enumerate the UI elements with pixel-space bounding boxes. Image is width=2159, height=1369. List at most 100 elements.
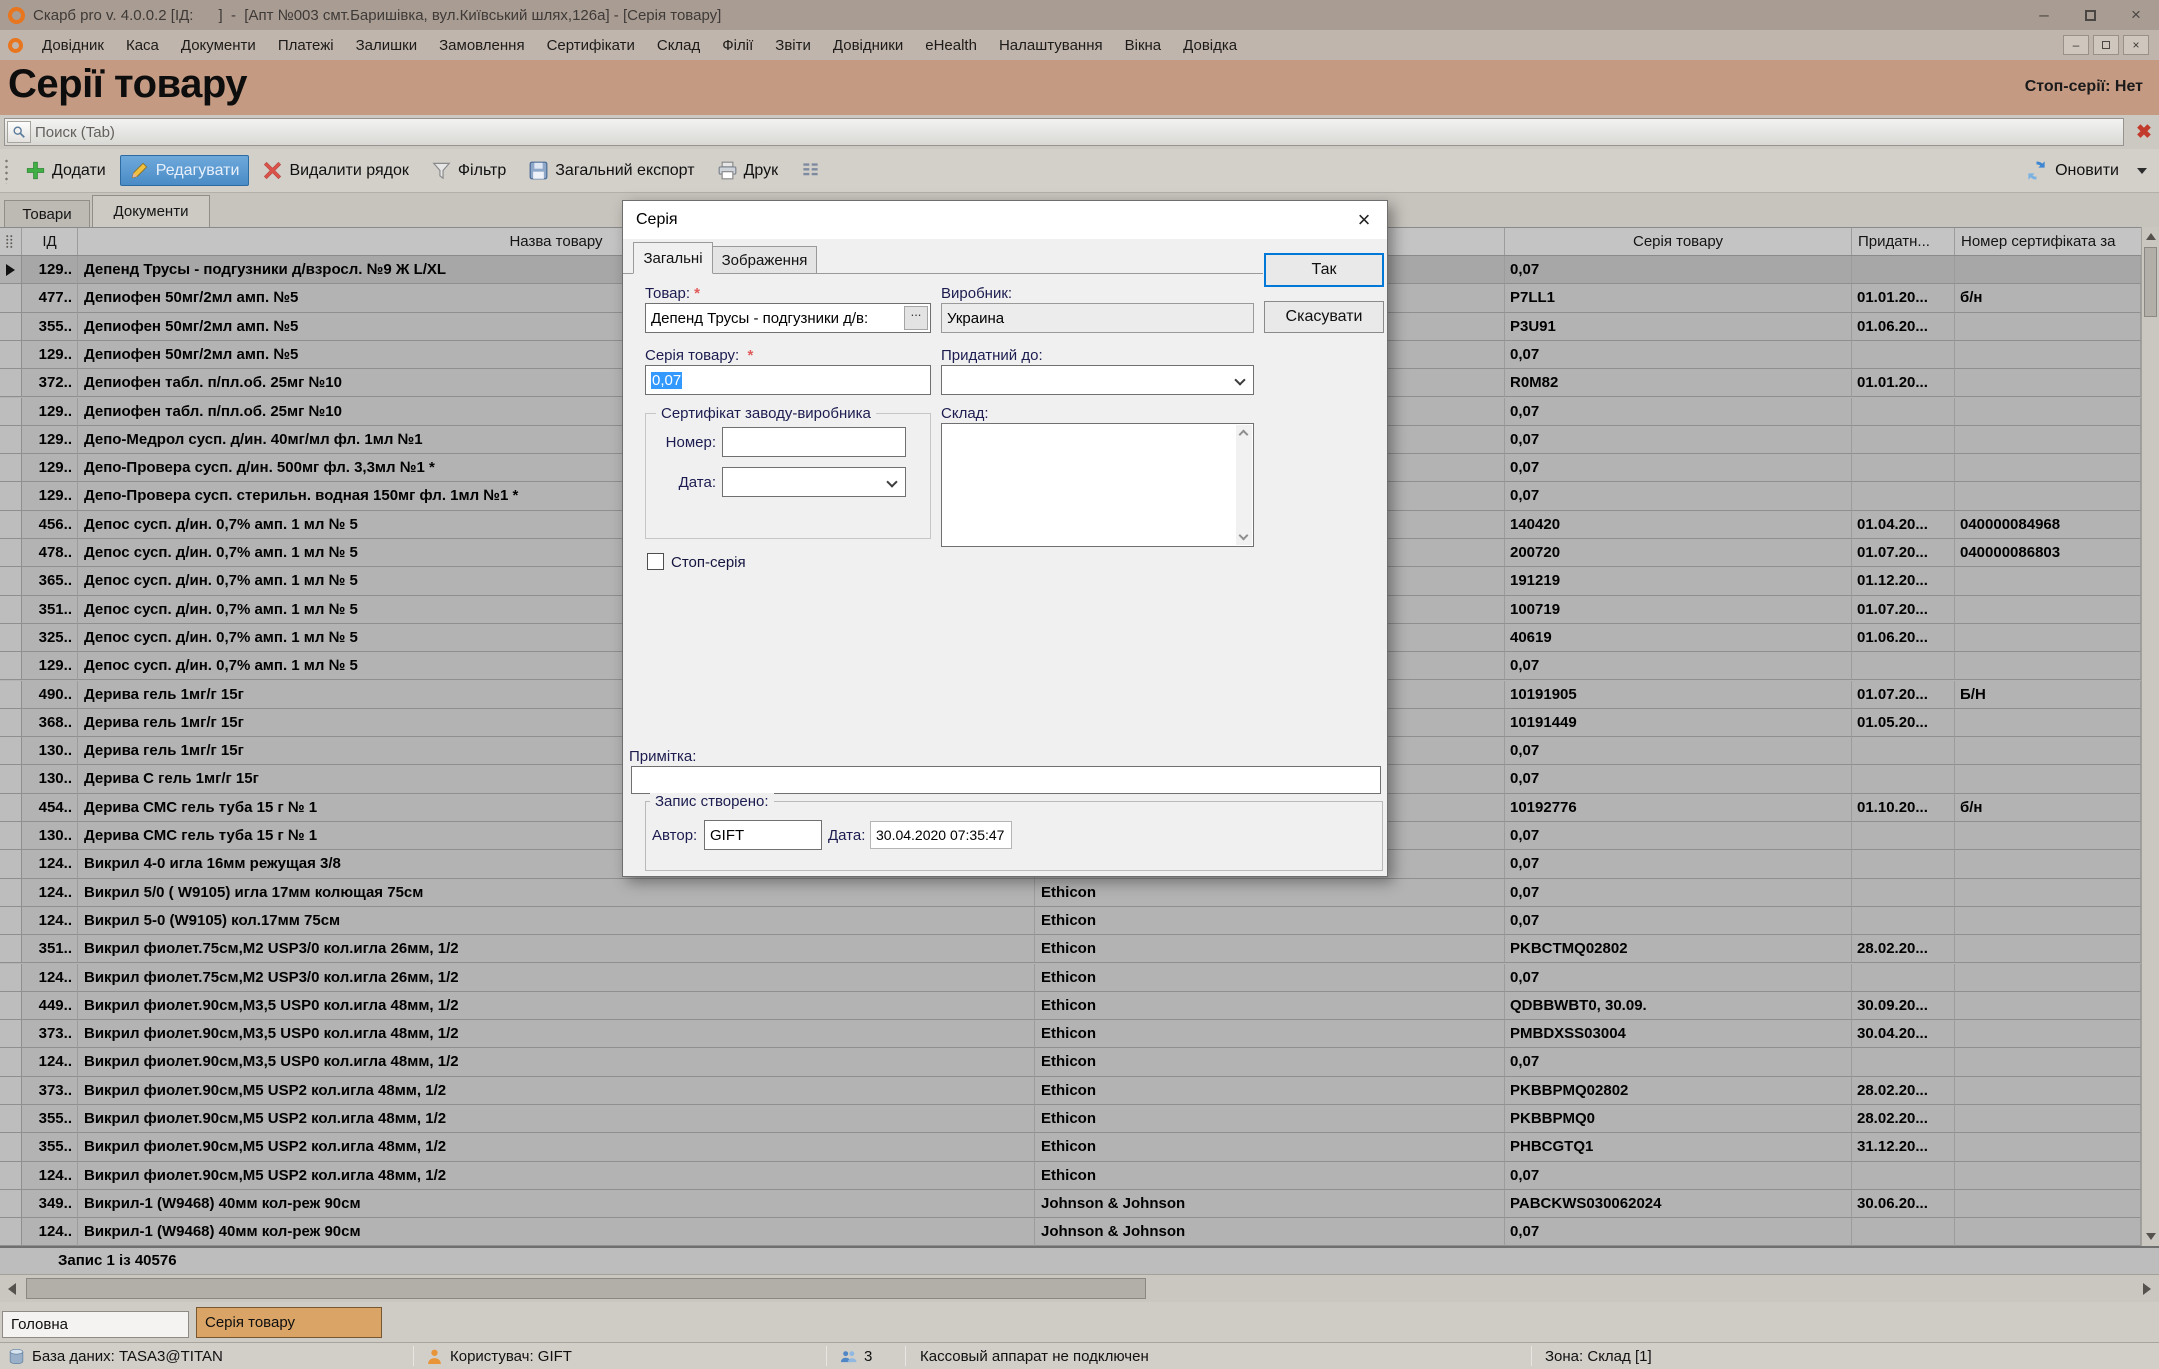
export-button[interactable]: Загальний експорт xyxy=(520,156,703,185)
ok-button[interactable]: Так xyxy=(1264,253,1384,287)
minimize-button[interactable]: – xyxy=(2021,0,2067,30)
cell-series: 100719 xyxy=(1505,596,1852,624)
status-separator xyxy=(826,1346,827,1366)
browse-button[interactable]: ... xyxy=(904,306,928,330)
menu-item[interactable]: Філії xyxy=(711,30,764,60)
cell-id: 130.. xyxy=(22,737,78,765)
series-field[interactable]: 0,07 xyxy=(645,365,931,395)
clear-search-button[interactable]: ✖ xyxy=(2132,120,2156,144)
cell-certificate xyxy=(1955,426,2141,454)
table-row[interactable]: 355.. Викрил фиолет.90см,М5 USP2 кол.игл… xyxy=(0,1105,2159,1133)
menu-item[interactable]: Сертифікати xyxy=(536,30,646,60)
cell-certificate xyxy=(1955,737,2141,765)
cell-valid-until: 01.05.20... xyxy=(1852,709,1955,737)
refresh-button[interactable]: Оновити xyxy=(2026,160,2147,181)
cell-series: 0,07 xyxy=(1505,341,1852,369)
table-row[interactable]: 373.. Викрил фиолет.90см,М3,5 USP0 кол.и… xyxy=(0,1020,2159,1048)
vertical-scrollbar[interactable] xyxy=(2141,227,2159,1246)
table-row[interactable]: 355.. Викрил фиолет.90см,М5 USP2 кол.игл… xyxy=(0,1133,2159,1161)
stock-field[interactable] xyxy=(941,423,1254,547)
close-button[interactable]: × xyxy=(2113,0,2159,30)
table-row[interactable]: 351.. Викрил фиолет.75см,М2 USP3/0 кол.и… xyxy=(0,935,2159,963)
created-group: Запис створено: Автор: GIFT Дата: 30.04.… xyxy=(645,801,1383,871)
cell-series: 0,07 xyxy=(1505,398,1852,426)
row-indicator-header[interactable] xyxy=(0,228,22,255)
row-indicator-cell xyxy=(0,426,22,454)
scroll-up-icon[interactable] xyxy=(2146,233,2156,240)
stock-scrollbar[interactable] xyxy=(1236,425,1252,545)
table-row[interactable]: 124.. Викрил фиолет.90см,М5 USP2 кол.игл… xyxy=(0,1162,2159,1190)
scroll-right-icon[interactable] xyxy=(2143,1283,2151,1295)
scroll-left-icon[interactable] xyxy=(8,1283,16,1295)
valid-until-select[interactable] xyxy=(941,365,1254,395)
table-row[interactable]: 124.. Викрил 5-0 (W9105) кол.17мм 75см E… xyxy=(0,907,2159,935)
horizontal-scrollbar[interactable] xyxy=(0,1274,2159,1302)
maximize-button[interactable] xyxy=(2067,0,2113,30)
add-button[interactable]: Додати xyxy=(17,156,115,185)
bottom-tab-home[interactable]: Головна xyxy=(2,1311,189,1338)
bottom-tab-series[interactable]: Серія товару xyxy=(196,1307,382,1338)
menu-item[interactable]: Документи xyxy=(170,30,267,60)
mdi-restore-button[interactable] xyxy=(2093,35,2119,55)
stop-series-checkbox[interactable] xyxy=(647,553,664,570)
table-row[interactable]: 124.. Викрил 5/0 ( W9105) игла 17мм колю… xyxy=(0,879,2159,907)
column-header-id[interactable]: ІД xyxy=(22,228,78,255)
menu-item[interactable]: Платежі xyxy=(267,30,345,60)
print-button[interactable]: Друк xyxy=(709,156,788,185)
product-field[interactable]: Депенд Трусы - подгузники д/в: ... xyxy=(645,303,931,333)
cell-name: Викрил фиолет.90см,М5 USP2 кол.игла 48мм… xyxy=(78,1133,1035,1161)
scroll-down-icon[interactable] xyxy=(2146,1233,2156,1240)
database-status: База даних: TASA3@TITAN xyxy=(8,1343,223,1369)
search-input[interactable]: Поиск (Tab) xyxy=(4,118,2124,146)
column-header-cert[interactable]: Номер сертифіката за xyxy=(1955,228,2141,255)
menu-item[interactable]: Довідка xyxy=(1172,30,1248,60)
scroll-up-icon[interactable] xyxy=(1239,430,1249,440)
tab-dokumenty[interactable]: Документи xyxy=(92,195,210,227)
cell-manufacturer: Ethicon xyxy=(1035,1133,1505,1161)
cell-name: Викрил 5-0 (W9105) кол.17мм 75см xyxy=(78,907,1035,935)
table-row[interactable]: 124.. Викрил фиолет.75см,М2 USP3/0 кол.и… xyxy=(0,964,2159,992)
cancel-button[interactable]: Скасувати xyxy=(1264,301,1384,333)
mdi-minimize-button[interactable]: – xyxy=(2063,35,2089,55)
cert-number-field[interactable] xyxy=(722,427,906,457)
menu-item[interactable]: Налаштування xyxy=(988,30,1114,60)
cell-id: 372.. xyxy=(22,369,78,397)
dialog-tab-image[interactable]: Зображення xyxy=(713,246,817,274)
menu-item[interactable]: Вікна xyxy=(1114,30,1173,60)
filter-button[interactable]: Фільтр xyxy=(423,156,515,185)
menu-item[interactable]: Довідники xyxy=(822,30,914,60)
tab-tovary[interactable]: Товари xyxy=(4,200,90,227)
toolbar-grip[interactable] xyxy=(4,158,9,184)
cell-id: 124.. xyxy=(22,964,78,992)
scroll-down-icon[interactable] xyxy=(1239,531,1249,541)
stock-label: Склад: xyxy=(941,405,989,422)
column-chooser-button[interactable] xyxy=(792,156,829,185)
dialog-close-button[interactable]: × xyxy=(1349,205,1379,235)
mdi-close-button[interactable]: × xyxy=(2123,35,2149,55)
cert-date-select[interactable] xyxy=(722,467,906,497)
table-row[interactable]: 373.. Викрил фиолет.90см,М5 USP2 кол.игл… xyxy=(0,1077,2159,1105)
note-field[interactable] xyxy=(631,766,1381,794)
column-header-series[interactable]: Серія товару xyxy=(1505,228,1852,255)
cell-certificate xyxy=(1955,369,2141,397)
refresh-dropdown-icon[interactable] xyxy=(2137,168,2147,174)
menu-item[interactable]: Склад xyxy=(646,30,711,60)
menu-item[interactable]: Замовлення xyxy=(428,30,535,60)
dialog-tab-general[interactable]: Загальні xyxy=(633,242,713,274)
edit-button[interactable]: Редагувати xyxy=(120,155,250,186)
menu-item[interactable]: eHealth xyxy=(914,30,988,60)
vertical-scroll-thumb[interactable] xyxy=(2144,247,2157,317)
horizontal-scroll-thumb[interactable] xyxy=(26,1278,1146,1299)
menu-item[interactable]: Звіти xyxy=(764,30,822,60)
table-row[interactable]: 449.. Викрил фиолет.90см,М3,5 USP0 кол.и… xyxy=(0,992,2159,1020)
menu-item[interactable]: Залишки xyxy=(345,30,429,60)
table-row[interactable]: 124.. Викрил фиолет.90см,М3,5 USP0 кол.и… xyxy=(0,1048,2159,1076)
menu-item[interactable]: Довідник xyxy=(31,30,115,60)
table-row[interactable]: 349.. Викрил-1 (W9468) 40мм кол-реж 90см… xyxy=(0,1190,2159,1218)
cell-certificate xyxy=(1955,567,2141,595)
column-header-valid[interactable]: Придатн... xyxy=(1852,228,1955,255)
delete-row-button[interactable]: Видалити рядок xyxy=(254,156,417,185)
table-row[interactable]: 124.. Викрил-1 (W9468) 40мм кол-реж 90см… xyxy=(0,1218,2159,1246)
cell-id: 355.. xyxy=(22,313,78,341)
menu-item[interactable]: Каса xyxy=(115,30,170,60)
